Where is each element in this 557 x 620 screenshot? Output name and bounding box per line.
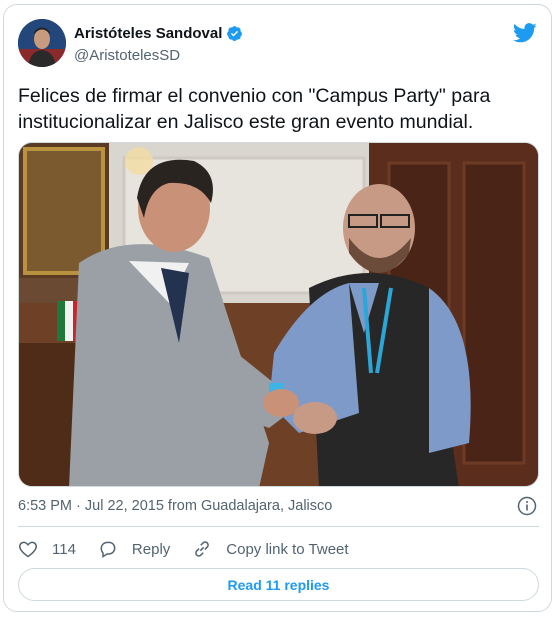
tweet-text-line: institucionalizar en Jalisco este gran e… bbox=[18, 111, 474, 133]
reply-label: Reply bbox=[131, 540, 171, 558]
read-replies-button[interactable]: Read 11 replies bbox=[18, 568, 539, 601]
author-name[interactable]: Aristóteles Sandoval bbox=[74, 25, 222, 42]
verified-badge-icon bbox=[227, 26, 243, 41]
copy-link-button[interactable]: Copy link to Tweet bbox=[192, 539, 349, 559]
divider bbox=[18, 526, 539, 527]
timestamp[interactable]: 6:53 PM · Jul 22, 2015 from Guadalajara,… bbox=[18, 498, 332, 514]
author-name-row[interactable]: Aristóteles Sandoval bbox=[74, 25, 243, 42]
action-bar: 114 Reply Copy link to Tweet bbox=[18, 536, 371, 562]
tweet-text: Felices de firmar el convenio con "Campu… bbox=[18, 83, 538, 135]
tweet-photo[interactable] bbox=[18, 142, 539, 487]
copy-link-label: Copy link to Tweet bbox=[226, 540, 349, 558]
reply-bubble-icon bbox=[100, 541, 116, 558]
like-button[interactable]: 114 bbox=[18, 539, 76, 559]
tweet-text-line: Felices de firmar el convenio con "Campu… bbox=[18, 85, 491, 107]
like-count: 114 bbox=[52, 540, 76, 558]
info-icon[interactable] bbox=[517, 496, 537, 516]
link-icon bbox=[195, 541, 210, 557]
tweet-card: Aristóteles Sandoval @AristotelesSD Feli… bbox=[3, 4, 552, 612]
heart-icon bbox=[19, 541, 37, 558]
tweet-meta-row: 6:53 PM · Jul 22, 2015 from Guadalajara,… bbox=[18, 494, 539, 518]
avatar[interactable] bbox=[18, 19, 66, 67]
reply-button[interactable]: Reply bbox=[98, 539, 170, 559]
twitter-bird-icon[interactable] bbox=[513, 23, 537, 43]
author-handle[interactable]: @AristotelesSD bbox=[74, 47, 180, 64]
